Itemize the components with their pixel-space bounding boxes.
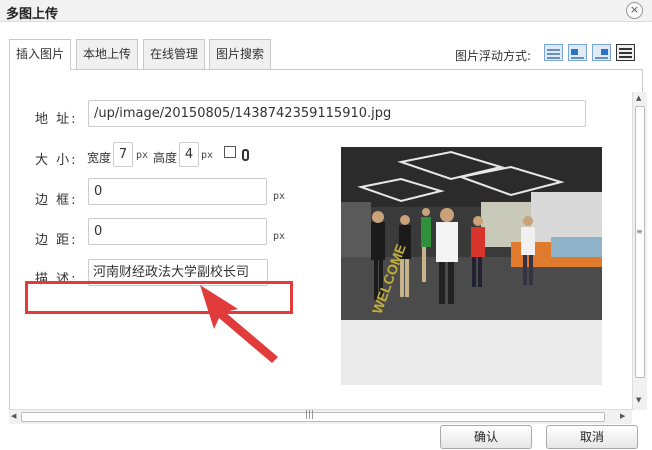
vertical-scrollbar[interactable]: ▲ ≡ ▼ — [632, 92, 647, 410]
dialog-body: 插入图片 本地上传 在线管理 图片搜索 图片浮动方式: 地 址: /up/ima… — [0, 22, 652, 450]
annotation-arrow — [200, 285, 278, 363]
dialog-titlebar: 多图上传 × — [0, 0, 652, 22]
scroll-down-icon[interactable]: ▼ — [636, 396, 641, 404]
close-icon[interactable]: × — [626, 2, 643, 19]
scroll-right-icon[interactable]: ▶ — [620, 412, 625, 420]
vertical-grip-icon: ≡ — [636, 227, 643, 236]
tab-insert-image[interactable]: 插入图片 — [9, 39, 71, 70]
arrow-icon — [200, 285, 278, 363]
dialog-title: 多图上传 — [6, 7, 59, 22]
cancel-button[interactable]: 取消 — [546, 425, 638, 449]
horizontal-scrollbar[interactable]: ◀ ||| ▶ — [9, 409, 632, 424]
scroll-left-icon[interactable]: ◀ — [11, 412, 16, 420]
horizontal-grip-icon: ||| — [305, 410, 315, 420]
scroll-up-icon[interactable]: ▲ — [636, 94, 641, 102]
confirm-button[interactable]: 确认 — [440, 425, 532, 449]
vertical-scroll-thumb[interactable] — [635, 106, 645, 378]
